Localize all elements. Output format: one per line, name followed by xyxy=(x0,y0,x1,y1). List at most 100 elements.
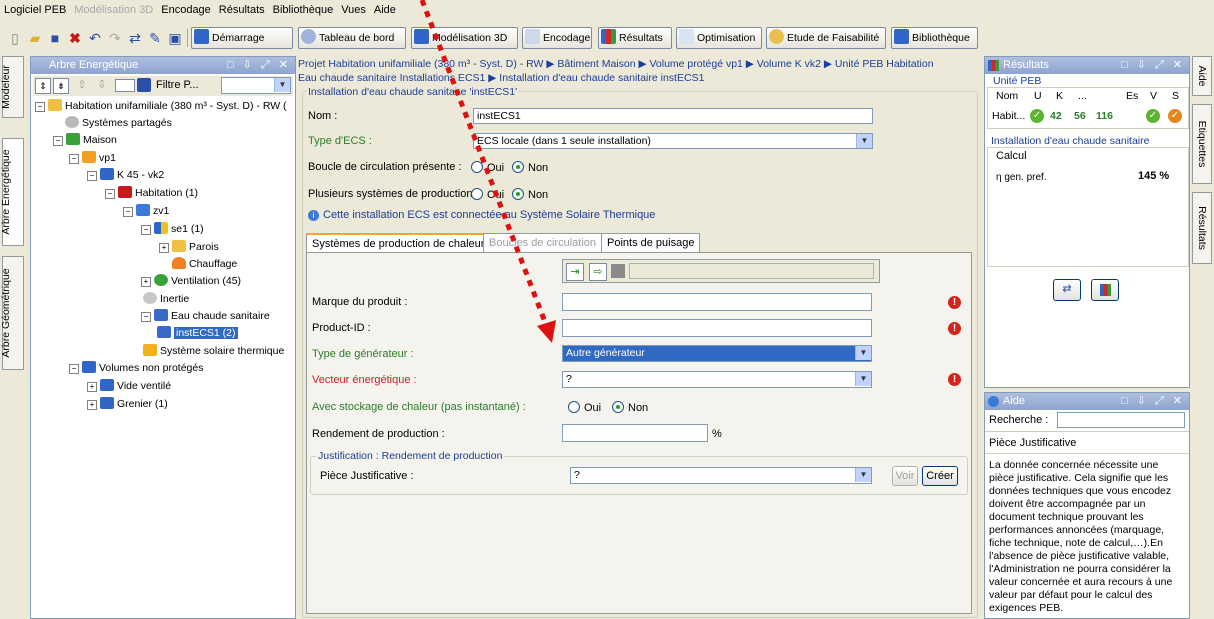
save-icon[interactable]: ■ xyxy=(46,29,64,47)
boucle-oui-radio[interactable]: Oui xyxy=(471,161,504,174)
tab-boucles-circulation[interactable]: Boucles de circulation xyxy=(483,233,603,252)
collapse-icon[interactable]: − xyxy=(69,364,79,374)
stockage-non-radio[interactable]: Non xyxy=(612,401,648,414)
move-down-icon[interactable]: ⇩ xyxy=(95,78,109,92)
menu-encodage[interactable]: Encodage xyxy=(157,0,215,16)
tree-node-inertie[interactable]: Inertie xyxy=(143,291,189,308)
refresh-icon[interactable]: ⇄ xyxy=(126,29,144,47)
tab-arbre-geometrique[interactable]: Arbre Géométrique xyxy=(0,256,24,370)
type-generateur-select[interactable]: Autre générateur ▼ xyxy=(562,345,872,362)
undo-icon[interactable]: ↶ xyxy=(86,29,104,47)
breadcrumb[interactable]: Projet Habitation unifamiliale (380 m³ -… xyxy=(298,58,934,70)
optimisation-button[interactable]: Optimisation xyxy=(676,27,762,49)
search-input[interactable] xyxy=(1057,412,1185,428)
tree-node-maison[interactable]: − Maison xyxy=(53,132,117,149)
tab-etiquettes[interactable]: Etiquettes xyxy=(1192,104,1212,184)
tab-arbre-energetique[interactable]: Arbre Energétique xyxy=(0,138,24,246)
collapse-icon[interactable]: − xyxy=(87,171,97,181)
tab-modeleur[interactable]: Modeleur xyxy=(0,56,24,118)
panel-controls-icon[interactable]: □ ⇩ ⤢ ✕ xyxy=(1121,393,1185,410)
modelisation-3d-button[interactable]: Modélisation 3D xyxy=(411,27,518,49)
tree-node-volumes-non-proteges[interactable]: − Volumes non protégés xyxy=(69,360,204,377)
tree-node-parois[interactable]: + Parois xyxy=(159,239,219,256)
tree-node-vp1[interactable]: − vp1 xyxy=(69,150,116,167)
refresh-button[interactable]: ⇄ xyxy=(1053,279,1081,301)
remove-generator-icon[interactable] xyxy=(611,264,625,278)
etude-faisabilite-button[interactable]: Etude de Faisabilité xyxy=(766,27,886,49)
chart-button[interactable] xyxy=(1091,279,1119,301)
menu-resultats[interactable]: Résultats xyxy=(215,0,269,16)
delete-icon[interactable]: ✖ xyxy=(66,29,84,47)
expand-icon[interactable]: + xyxy=(159,243,169,253)
menu-aide[interactable]: Aide xyxy=(370,0,400,16)
tab-points-puisage[interactable]: Points de puisage xyxy=(601,233,701,252)
bibliotheque-button[interactable]: Bibliothèque xyxy=(891,27,978,49)
collapse-all-icon[interactable]: ⇕ xyxy=(35,78,51,94)
encodage-button[interactable]: Encodage xyxy=(522,27,592,49)
vecteur-select[interactable]: ? ▼ xyxy=(562,371,872,388)
tree-node-eau-chaude[interactable]: − Eau chaude sanitaire xyxy=(141,308,270,325)
collapse-icon[interactable]: − xyxy=(123,207,133,217)
tree-node-systemes-partages[interactable]: Systèmes partagés xyxy=(65,115,172,132)
tree-node-grenier[interactable]: + Grenier (1) xyxy=(87,396,168,413)
collapse-icon[interactable]: − xyxy=(53,136,63,146)
menu-vues[interactable]: Vues xyxy=(337,0,370,16)
add-generator-icon[interactable]: ⇥ xyxy=(566,263,584,281)
generator-list[interactable] xyxy=(629,263,874,279)
tab-aide[interactable]: Aide xyxy=(1192,56,1212,96)
tree-node-ventilation[interactable]: + Ventilation (45) xyxy=(141,273,241,290)
expand-all-icon[interactable]: ⇟ xyxy=(53,78,69,94)
tree-node-k45[interactable]: − K 45 - vk2 xyxy=(87,167,164,184)
nom-input[interactable]: instECS1 xyxy=(473,108,873,124)
tree-node-instecs1[interactable]: instECS1 (2) xyxy=(157,325,238,342)
move-up-icon[interactable]: ⇧ xyxy=(75,78,89,92)
tree-node-vide-ventile[interactable]: + Vide ventilé xyxy=(87,378,171,395)
plusieurs-non-radio[interactable]: Non xyxy=(512,188,548,201)
expand-icon[interactable]: + xyxy=(87,400,97,410)
collapse-icon[interactable]: − xyxy=(105,189,115,199)
expand-icon[interactable]: + xyxy=(141,277,151,287)
filter-select[interactable]: ▼ xyxy=(221,77,291,94)
menu-bibliotheque[interactable]: Bibliothèque xyxy=(269,0,338,16)
tab-systemes-production[interactable]: Systèmes de production de chaleur xyxy=(306,233,491,252)
collapse-icon[interactable]: − xyxy=(69,154,79,164)
product-id-input[interactable] xyxy=(562,319,872,337)
view-icon[interactable] xyxy=(115,79,135,92)
plusieurs-oui-radio[interactable]: Oui xyxy=(471,188,504,201)
window-icon[interactable]: ▣ xyxy=(166,29,184,47)
stockage-oui-radio[interactable]: Oui xyxy=(568,401,601,414)
menu-modelisation-3d[interactable]: Modélisation 3D xyxy=(70,0,157,16)
tab-resultats[interactable]: Résultats xyxy=(1192,192,1212,264)
breadcrumb-line2[interactable]: Eau chaude sanitaire Installations ECS1 … xyxy=(298,72,704,84)
next-generator-icon[interactable]: ⇨ xyxy=(589,263,607,281)
demarrage-button[interactable]: Démarrage xyxy=(191,27,293,49)
table-row[interactable]: Habit... ✓ 42 56 116 ✓ ✓ xyxy=(988,107,1188,125)
type-ecs-select[interactable]: ECS locale (dans 1 seule installation) ▼ xyxy=(473,133,873,149)
tree-node-solaire[interactable]: Système solaire thermique xyxy=(143,343,284,360)
filter-icon[interactable] xyxy=(137,78,151,92)
tree-node-zv1[interactable]: − zv1 xyxy=(123,203,169,220)
collapse-icon[interactable]: − xyxy=(35,102,45,112)
open-folder-icon[interactable]: ▰ xyxy=(26,29,44,47)
resultats-button[interactable]: Résultats xyxy=(598,27,672,49)
new-file-icon[interactable]: ▯ xyxy=(6,29,24,47)
voir-button[interactable]: Voir xyxy=(892,466,918,486)
collapse-icon[interactable]: − xyxy=(141,312,151,322)
tree-node-se1[interactable]: − se1 (1) xyxy=(141,221,204,238)
panel-controls-icon[interactable]: □ ⇩ ⤢ ✕ xyxy=(227,57,291,74)
tableau-de-bord-button[interactable]: Tableau de bord xyxy=(298,27,406,49)
expand-icon[interactable]: + xyxy=(87,382,97,392)
marque-input[interactable] xyxy=(562,293,872,311)
tree-node-chauffage[interactable]: Chauffage xyxy=(172,256,237,273)
panel-controls-icon[interactable]: □ ⇩ ⤢ ✕ xyxy=(1121,57,1185,74)
boucle-non-radio[interactable]: Non xyxy=(512,161,548,174)
tree-node-habitation[interactable]: − Habitation (1) xyxy=(105,185,198,202)
collapse-icon[interactable]: − xyxy=(141,225,151,235)
creer-button[interactable]: Créer xyxy=(922,466,958,486)
tree-node-project[interactable]: − Habitation unifamiliale (380 m³ - Syst.… xyxy=(35,98,287,115)
rendement-input[interactable] xyxy=(562,424,708,442)
redo-icon[interactable]: ↷ xyxy=(106,29,124,47)
wand-icon[interactable]: ✎ xyxy=(146,29,164,47)
menu-logiciel-peb[interactable]: Logiciel PEB xyxy=(0,0,70,16)
piece-select[interactable]: ? ▼ xyxy=(570,467,872,484)
